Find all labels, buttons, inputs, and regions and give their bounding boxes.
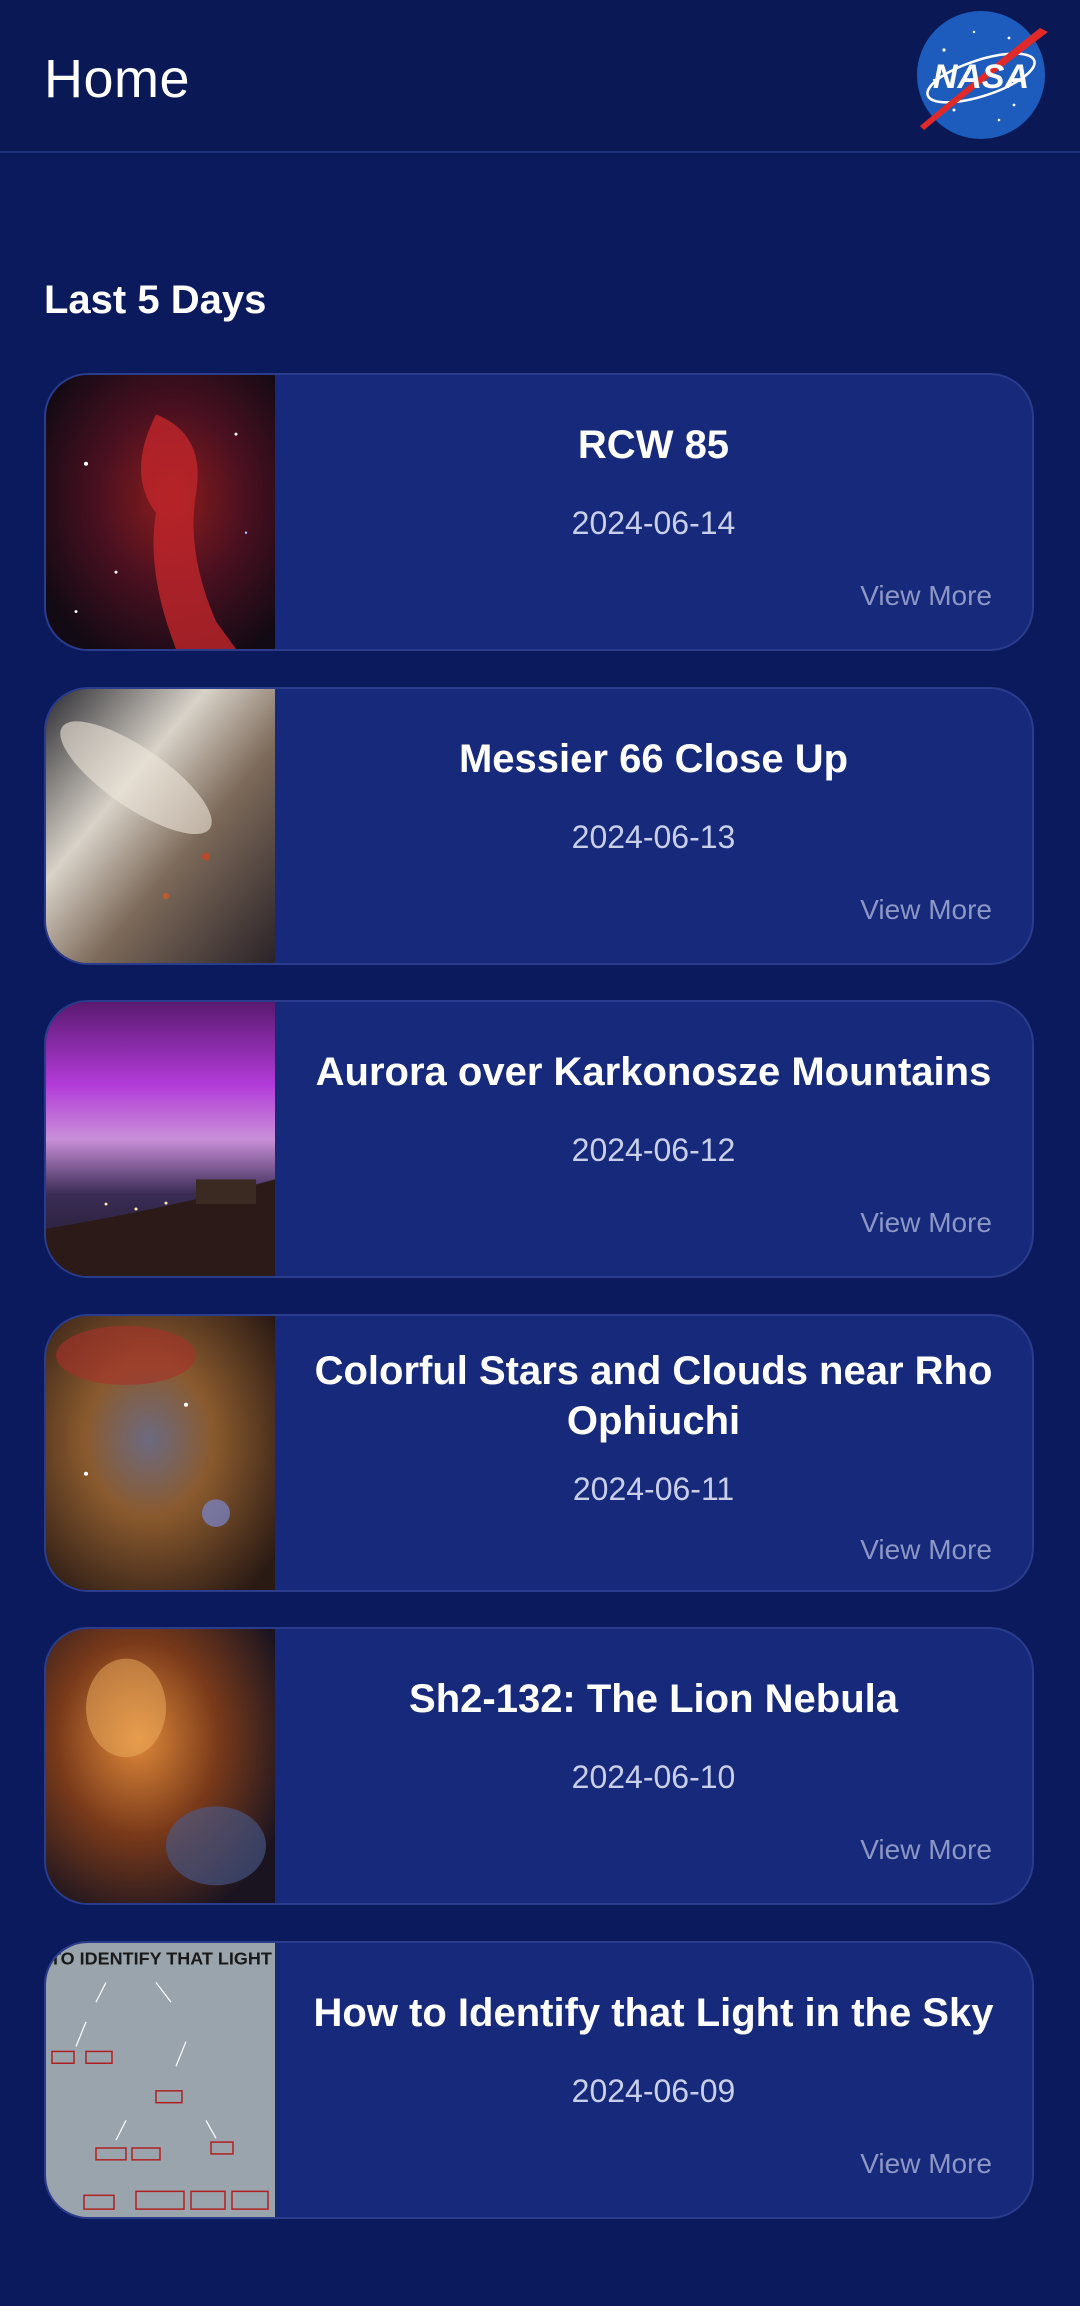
- apod-thumbnail-image[interactable]: [46, 1002, 275, 1276]
- card-title: Sh2-132: The Lion Nebula: [409, 1677, 898, 1721]
- card-date: 2024-06-14: [571, 505, 736, 541]
- card-title: Colorful Stars and Clouds near Rho Ophiu…: [314, 1349, 993, 1443]
- apod-card-6[interactable]: TO IDENTIFY THAT LIGHT IN THE How to Ide…: [44, 1941, 1034, 2219]
- apod-thumbnail-image[interactable]: [46, 1316, 275, 1590]
- section-title: Last 5 Days: [44, 278, 267, 322]
- card-date: 2024-06-12: [571, 1132, 736, 1168]
- app-bar: Home NASA: [0, 0, 1080, 153]
- view-more-link[interactable]: View More: [860, 2148, 992, 2180]
- view-more-link[interactable]: View More: [860, 894, 992, 926]
- apod-card-1[interactable]: RCW 85 2024-06-14 View More: [44, 373, 1034, 651]
- card-date: 2024-06-13: [571, 819, 736, 855]
- view-more-link[interactable]: View More: [860, 1207, 992, 1239]
- view-more-link[interactable]: View More: [860, 1834, 992, 1866]
- card-title: Aurora over Karkonosze Mountains: [315, 1050, 992, 1094]
- page-title: Home: [44, 49, 191, 109]
- card-body: Colorful Stars and Clouds near Rho Ophiu…: [275, 1316, 1032, 1590]
- view-more-link[interactable]: View More: [860, 580, 992, 612]
- svg-text:TO IDENTIFY THAT LIGHT IN THE: TO IDENTIFY THAT LIGHT IN THE: [50, 1949, 275, 1969]
- apod-thumbnail-image[interactable]: [46, 375, 275, 649]
- apod-thumbnail-image[interactable]: TO IDENTIFY THAT LIGHT IN THE: [46, 1943, 275, 2217]
- card-date: 2024-06-09: [571, 2073, 736, 2109]
- card-body: How to Identify that Light in the Sky 20…: [275, 1943, 1032, 2217]
- card-title: Messier 66 Close Up: [458, 737, 849, 781]
- card-body: Aurora over Karkonosze Mountains 2024-06…: [275, 1002, 1032, 1276]
- card-title: RCW 85: [577, 423, 730, 467]
- view-more-link[interactable]: View More: [860, 1534, 992, 1566]
- card-body: Sh2-132: The Lion Nebula 2024-06-10 View…: [275, 1629, 1032, 1903]
- card-body: Messier 66 Close Up 2024-06-13 View More: [275, 689, 1032, 963]
- svg-text:NASA: NASA: [933, 58, 1029, 96]
- apod-thumbnail-image[interactable]: [46, 689, 275, 963]
- apod-card-3[interactable]: Aurora over Karkonosze Mountains 2024-06…: [44, 1000, 1034, 1278]
- nasa-logo-icon[interactable]: NASA: [914, 10, 1048, 140]
- apod-card-5[interactable]: Sh2-132: The Lion Nebula 2024-06-10 View…: [44, 1627, 1034, 1905]
- apod-card-4[interactable]: Colorful Stars and Clouds near Rho Ophiu…: [44, 1314, 1034, 1592]
- card-title: How to Identify that Light in the Sky: [313, 1991, 994, 2035]
- apod-card-2[interactable]: Messier 66 Close Up 2024-06-13 View More: [44, 687, 1034, 965]
- card-body: RCW 85 2024-06-14 View More: [275, 375, 1032, 649]
- card-date: 2024-06-11: [572, 1471, 735, 1507]
- apod-thumbnail-image[interactable]: [46, 1629, 275, 1903]
- card-date: 2024-06-10: [571, 1759, 736, 1795]
